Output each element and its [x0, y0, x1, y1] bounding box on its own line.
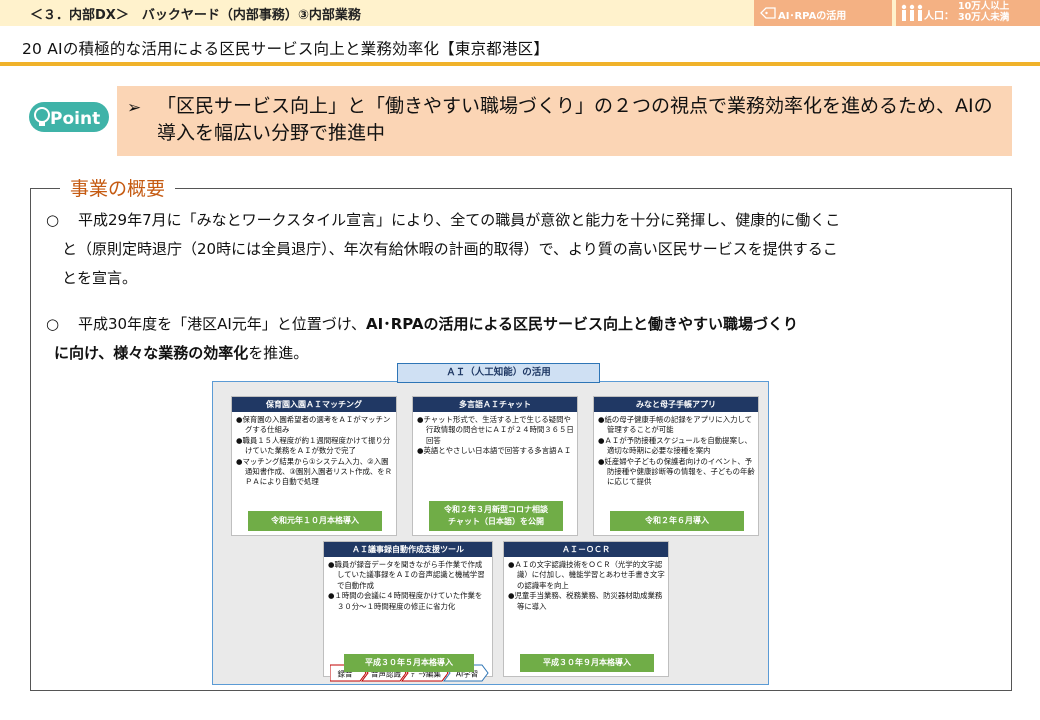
title-divider: [0, 62, 1040, 66]
card-body: ●保育園の入園希望者の選考をＡＩがマッチングする仕組み ●職員１５人程度が約１週…: [236, 415, 393, 488]
people-icon: [901, 4, 923, 21]
card-footer-line: チャット（日本語）を公開: [448, 517, 544, 526]
card-multilingual-chat: 多言語ＡＩチャット ●チャット形式で、生活する上で生じる疑問や行政情報の問合せに…: [412, 396, 578, 536]
card-item: ●職員１５人程度が約１週間程度かけて振り分けていた業務をＡＩが数分で完了: [236, 435, 391, 456]
overview-paragraph-1: ○ 平成29年7月に「みなとワークスタイル宣言」により、全ての職員が意欲と能力を十…: [46, 206, 1006, 293]
card-title: ＡＩ議事録自動作成支援ツール: [324, 542, 492, 557]
point-text: 「区民サービス向上」と「働きやすい職場づくり」の２つの視点で業務効率化を進めるた…: [157, 95, 993, 144]
card-item: ●英語とやさしい日本語で回答する多言語ＡＩ: [417, 446, 572, 456]
card-item: ●ＡＩの文字認識技術をＯＣＲ（光学的文字認識）に付加し、機能学習とあわせ手書き文…: [508, 560, 665, 590]
paragraph-line: と（原則定時退庁（20時には全員退庁）、年次有給休暇の計画的取得）で、より質の高…: [62, 240, 838, 258]
card-footer-badge: 平成３０年５月本格導入: [344, 654, 474, 672]
page-title: 20 AIの積極的な活用による区民サービス向上と業務効率化【東京都港区】: [22, 40, 550, 58]
tag-icon: [760, 7, 776, 19]
card-body: ●ＡＩの文字認識技術をＯＣＲ（光学的文字認識）に付加し、機能学習とあわせ手書き文…: [508, 560, 665, 612]
card-item: ●チャット形式で、生活する上で生じる疑問や行政情報の問合せにＡＩが２４時間３６５…: [417, 415, 574, 445]
diagram-banner: ＡＩ（人工知能）の活用: [397, 363, 600, 383]
population-tag: 人口： 10万人以上 30万人未満: [896, 0, 1040, 26]
circle-bullet: ○: [46, 315, 60, 333]
card-ai-ocr: ＡＩ－ＯＣＲ ●ＡＩの文字認識技術をＯＣＲ（光学的文字認識）に付加し、機能学習と…: [503, 541, 669, 677]
card-footer-badge: 令和２年６月導入: [610, 511, 744, 531]
population-range: 10万人以上 30万人未満: [958, 1, 1009, 23]
population-min: 10万人以上: [958, 1, 1010, 12]
card-item: ●１時間の会議に４時間程度かけていた作業を３０分～１時間程度の修正に省力化: [328, 591, 483, 611]
category-tag-ai-rpa: AI･RPAの活用: [754, 0, 892, 26]
breadcrumb: ＜３．内部DX＞ バックヤード（内部事務）③内部業務: [30, 8, 361, 23]
card-body: ●チャット形式で、生活する上で生じる疑問や行政情報の問合せにＡＩが２４時間３６５…: [417, 415, 574, 457]
card-body: ●職員が録音データを聞きながら手作業で作成していた議事録をＡＩの音声認識と機械学…: [328, 560, 489, 612]
card-nursery-matching: 保育園入園ＡＩマッチング ●保育園の入園希望者の選考をＡＩがマッチングする仕組み…: [231, 396, 397, 536]
circle-bullet: ○: [46, 211, 60, 229]
card-item: ●職員が録音データを聞きながら手作業で作成していた議事録をＡＩの音声認識と機械学…: [328, 560, 485, 590]
card-title: 多言語ＡＩチャット: [413, 397, 577, 412]
paragraph-bold-text: AI･RPAの活用による区民サービス向上と働きやすい職場づくり: [366, 315, 799, 333]
point-logo-icon: Point: [29, 102, 109, 132]
category-tag-label: AI･RPAの活用: [778, 11, 847, 22]
card-title: 保育園入園ＡＩマッチング: [232, 397, 396, 412]
card-footer-badge: 令和元年１０月本格導入: [248, 511, 382, 531]
card-item: ●妊産婦や子どもの保護者向けのイベント、予防接種や健康診断等の情報を、子どもの年…: [598, 456, 755, 487]
card-maternal-app: みなと母子手帳アプリ ●紙の母子健康手帳の記録をアプリに入力して管理することが可…: [593, 396, 759, 536]
card-footer-badge: 平成３０年９月本格導入: [520, 654, 654, 672]
card-title: みなと母子手帳アプリ: [594, 397, 758, 412]
paragraph-text: 平成30年度を「港区AI元年」と位置づけ、: [78, 315, 367, 333]
card-item: ●マッチング結果から①システム入力、②入園通知書作成、③園別入園者リスト作成、を…: [236, 456, 393, 487]
population-label: 人口：: [924, 11, 954, 22]
card-footer-badge: 令和２年３月新型コロナ相談 チャット（日本語）を公開: [429, 501, 563, 531]
overview-paragraph-2: ○ 平成30年度を「港区AI元年」と位置づけ、AI･RPAの活用による区民サービス…: [46, 310, 1006, 368]
overview-title: 事業の概要: [60, 174, 176, 201]
paragraph-line: とを宣言。: [62, 269, 138, 287]
paragraph-bold-text: に向け、様々な業務の効率化: [54, 344, 249, 362]
card-body: ●紙の母子健康手帳の記録をアプリに入力して管理することが可能 ●ＡＩが予防接種ス…: [598, 415, 755, 488]
paragraph-text: を推進。: [248, 344, 309, 362]
point-logo-text: Point: [50, 109, 100, 129]
population-max: 30万人未満: [958, 12, 1010, 23]
card-item: ●ＡＩが予防接種スケジュールを自動提案し、適切な時期に必要な接種を案内: [598, 435, 752, 456]
card-title: ＡＩ－ＯＣＲ: [504, 542, 668, 557]
card-ai-minutes: ＡＩ議事録自動作成支援ツール ●職員が録音データを聞きながら手作業で作成していた…: [323, 541, 493, 682]
ai-usage-diagram: 保育園入園ＡＩマッチング ●保育園の入園希望者の選考をＡＩがマッチングする仕組み…: [212, 381, 769, 685]
card-item: ●児童手当業務、税務業務、防災器材助成業務等に導入: [508, 591, 663, 611]
card-footer-line: 令和２年３月新型コロナ相談: [444, 505, 548, 514]
point-box: ➢ 「区民サービス向上」と「働きやすい職場づくり」の２つの視点で業務効率化を進め…: [117, 86, 1012, 156]
card-item: ●保育園の入園希望者の選考をＡＩがマッチングする仕組み: [236, 415, 391, 435]
paragraph-line: 平成29年7月に「みなとワークスタイル宣言」により、全ての職員が意欲と能力を十分…: [78, 211, 841, 229]
arrow-bullet-icon: ➢: [127, 98, 142, 118]
card-item: ●紙の母子健康手帳の記録をアプリに入力して管理することが可能: [598, 415, 753, 435]
